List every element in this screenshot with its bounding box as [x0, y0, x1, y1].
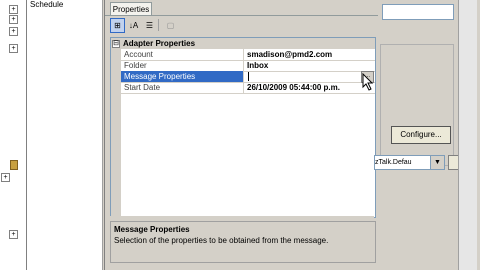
property-name-selected: Message Properties [121, 71, 243, 82]
host-groupbox: Configure... [380, 44, 454, 166]
property-value[interactable]: smadison@pmd2.com [247, 49, 367, 60]
left-panel: Schedule [27, 0, 103, 270]
collapse-icon[interactable]: ⊟ [112, 40, 120, 48]
properties-icon[interactable]: ☰ [142, 18, 157, 33]
toolbar-separator [158, 19, 159, 31]
tree-expander[interactable]: + [9, 27, 18, 36]
category-label: Adapter Properties [123, 39, 196, 48]
folder-icon [10, 160, 18, 170]
description-pane: Message Properties Selection of the prop… [110, 221, 376, 263]
grid-margin [111, 38, 121, 217]
properties-window: Properties ⊞ ↓A ☰ ▢ ⊟ Adapter Properties… [104, 0, 379, 270]
tab-divider [105, 15, 379, 16]
category-row[interactable]: ⊟ Adapter Properties [111, 38, 375, 49]
chevron-down-icon[interactable]: ▼ [430, 155, 445, 170]
tree-expander[interactable]: + [9, 230, 18, 239]
tree-expander[interactable]: + [9, 5, 18, 14]
column-divider [243, 71, 244, 82]
property-value[interactable]: 26/10/2009 05:44:00 p.m. [247, 82, 367, 93]
description-text: Selection of the properties to be obtain… [114, 236, 329, 245]
mouse-pointer-icon [362, 73, 374, 91]
property-value-editor[interactable] [247, 71, 367, 82]
text-caret [248, 72, 249, 81]
property-name: Start Date [124, 83, 161, 92]
configure-button[interactable]: Configure... [391, 126, 451, 144]
tree-expander[interactable]: + [1, 173, 10, 182]
host-text-field[interactable] [382, 4, 454, 20]
tree-expander[interactable]: + [9, 15, 18, 24]
property-row-start-date[interactable]: Start Date 26/10/2009 05:44:00 p.m. [121, 82, 375, 94]
column-divider [243, 60, 244, 71]
property-value[interactable]: Inbox [247, 60, 367, 71]
description-splitter[interactable] [110, 216, 374, 220]
alphabetical-icon[interactable]: ↓A [126, 18, 141, 33]
tab-properties[interactable]: Properties [110, 2, 152, 16]
property-name: Folder [124, 61, 147, 70]
host-scrollbar[interactable] [458, 0, 477, 270]
host-window: Configure... zTalk.Defau ▼ [374, 0, 480, 270]
column-divider [243, 49, 244, 60]
column-divider [243, 82, 244, 93]
tree-pane: + + + + + + [0, 0, 27, 270]
property-pages-icon[interactable]: ▢ [163, 18, 178, 33]
description-title: Message Properties [114, 225, 190, 234]
schedule-label[interactable]: Schedule [30, 0, 63, 9]
categorized-icon[interactable]: ⊞ [110, 18, 125, 33]
property-name: Account [124, 50, 153, 59]
tree-expander[interactable]: + [9, 44, 18, 53]
property-grid: ⊟ Adapter Properties Account smadison@pm… [110, 37, 376, 218]
properties-toolbar: ⊞ ↓A ☰ ▢ [110, 18, 374, 33]
pipeline-combo[interactable]: zTalk.Defau [374, 155, 432, 170]
